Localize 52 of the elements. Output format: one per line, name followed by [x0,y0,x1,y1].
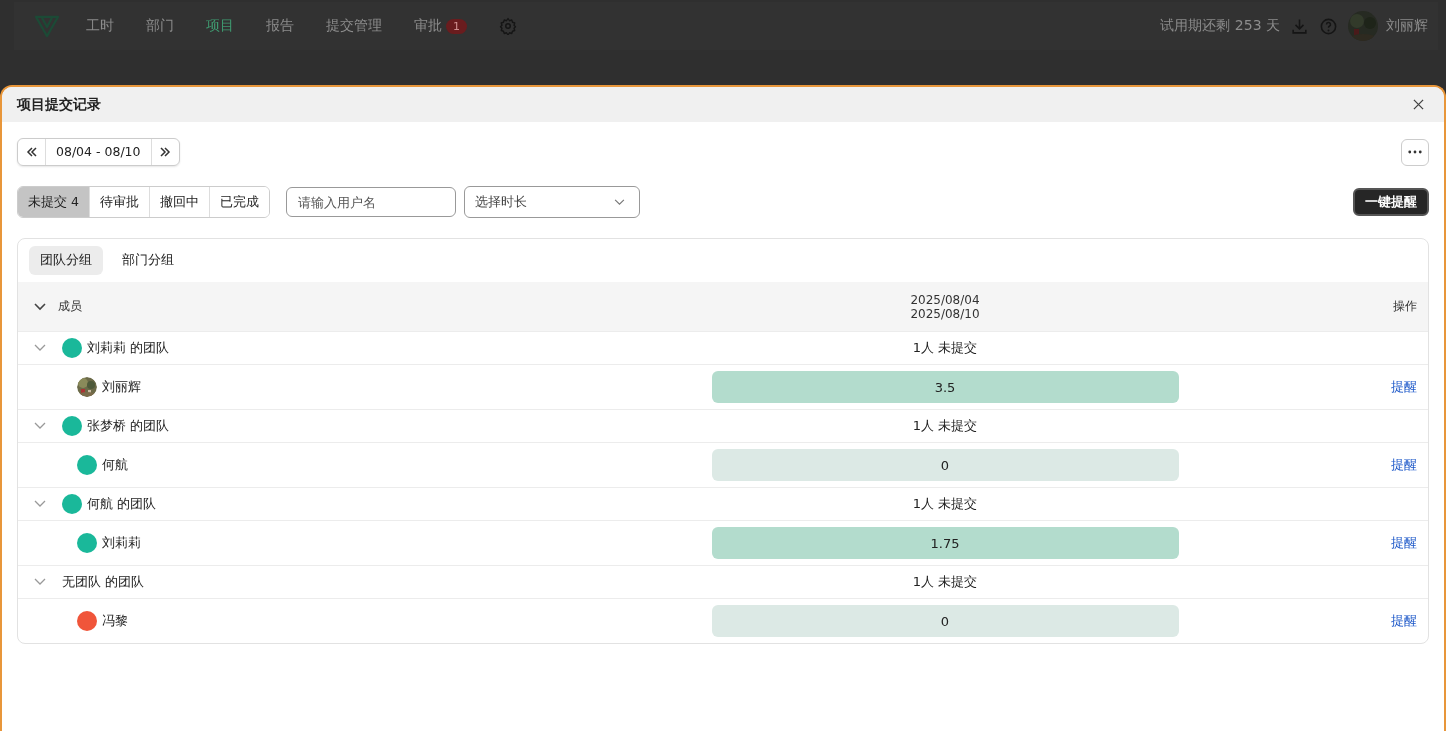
remind-link[interactable]: 提醒 [1391,612,1417,630]
team-name: 无团队 的团队 [62,573,145,591]
status-tab[interactable]: 已完成 [208,187,269,217]
download-icon[interactable] [1290,16,1309,36]
nav-item[interactable]: 审批 [414,17,442,35]
nav-item[interactable]: 提交管理 [326,17,382,35]
column-header: 成员 [58,298,82,315]
hours-cell[interactable]: 0 [711,605,1179,637]
member-name: 刘丽辉 [102,378,141,396]
team-name: 刘莉莉 的团队 [87,339,170,357]
member-name: 刘莉莉 [102,534,141,552]
hours-cell[interactable]: 1.75 [711,527,1179,559]
team-summary: 1人 未提交 [912,339,978,357]
nav-item[interactable]: 工时 [86,17,114,35]
user-name[interactable]: 刘丽辉 [1386,17,1428,35]
nav-item[interactable]: 部门 [146,17,174,35]
hours-cell[interactable]: 0 [711,449,1179,481]
member-name: 何航 [102,456,128,474]
settings-icon[interactable] [499,17,517,35]
group-tab[interactable]: 部门分组 [111,246,185,275]
count-badge: 1 [446,18,467,34]
date-range[interactable]: 08/04 - 08/10 [45,139,152,165]
team-summary: 1人 未提交 [912,495,978,513]
status-tab[interactable]: 未提交 4 [18,187,89,217]
group-tab[interactable]: 团队分组 [29,246,103,275]
column-header: 操作 [1393,298,1417,315]
remind-all-button[interactable]: 一键提醒 [1353,188,1429,216]
double-chevron-right-icon [159,146,171,158]
help-icon[interactable] [1319,16,1338,36]
remind-link[interactable]: 提醒 [1391,378,1417,396]
team-name: 张梦桥 的团队 [87,417,170,435]
dialog-title: 项目提交记录 [17,95,102,114]
search-field[interactable]: 请输入用户名 [285,187,456,217]
column-header: 2025/08/10 [910,306,980,321]
hours-cell[interactable]: 3.5 [711,371,1179,403]
team-summary: 1人 未提交 [912,573,978,591]
more-icon [1408,150,1422,154]
remind-link[interactable]: 提醒 [1391,456,1417,474]
nav-item[interactable]: 报告 [266,17,294,35]
double-chevron-left-icon [25,146,38,158]
remind-link[interactable]: 提醒 [1391,534,1417,552]
chevron-icon [613,198,625,206]
duration-select[interactable]: 选择时长 [463,186,640,218]
team-summary: 1人 未提交 [912,417,978,435]
trial-notice: 试用期还剩 253 天 [1160,17,1280,35]
team-name: 何航 的团队 [87,495,157,513]
chevron-icon[interactable] [34,302,46,311]
more-button[interactable] [1401,138,1429,166]
close-icon[interactable] [1413,99,1424,110]
nav-item[interactable]: 项目 [206,17,234,35]
column-header: 2025/08/04 [910,292,980,307]
member-name: 冯黎 [102,612,128,630]
